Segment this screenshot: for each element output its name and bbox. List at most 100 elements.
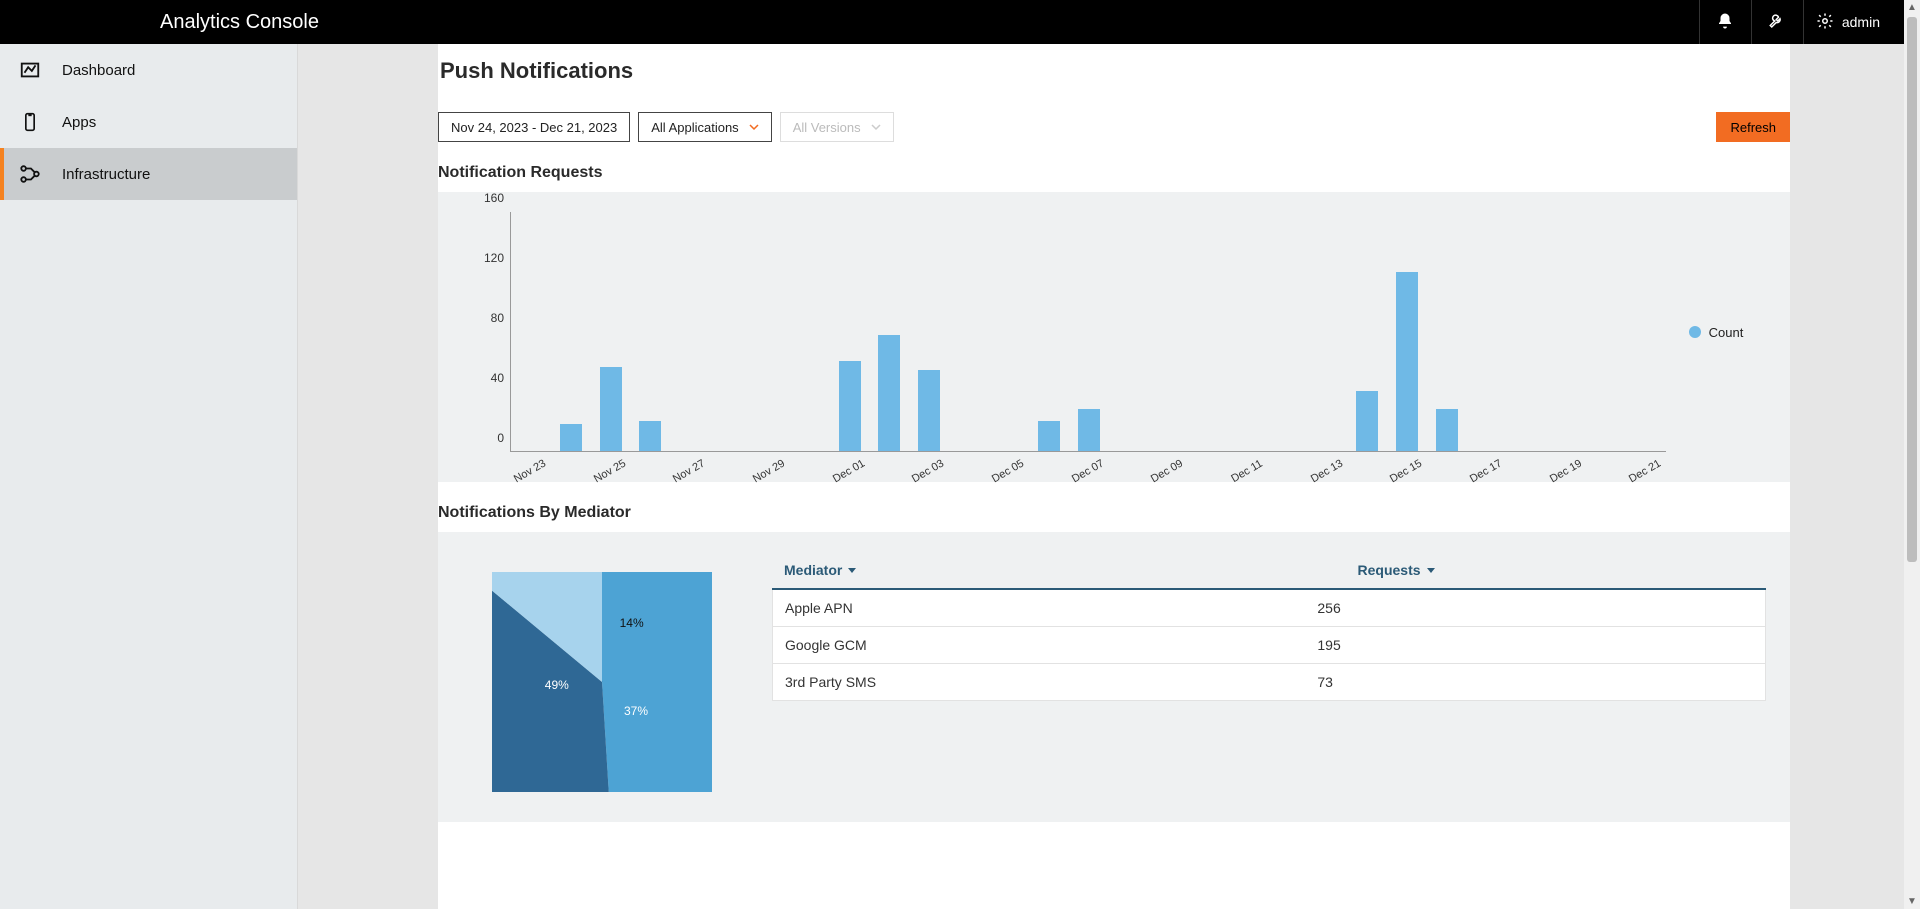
- sidebar-item-label: Apps: [62, 114, 96, 131]
- x-tick: Dec 11: [1227, 456, 1267, 486]
- wrench-icon: [1768, 12, 1786, 33]
- y-tick: 120: [484, 251, 504, 265]
- sidebar: Dashboard Apps Infrastructure: [0, 44, 298, 909]
- legend-label: Count: [1709, 325, 1744, 340]
- bar[interactable]: [639, 421, 661, 451]
- legend-dot-icon: [1689, 326, 1701, 338]
- bar[interactable]: [839, 361, 861, 451]
- user-label: admin: [1842, 14, 1880, 30]
- bar-slot: [790, 212, 830, 451]
- sidebar-item-dashboard[interactable]: Dashboard: [0, 44, 297, 96]
- bar-slot: [1586, 212, 1626, 451]
- x-tick: [789, 456, 829, 486]
- sort-icon: [848, 568, 856, 573]
- col-requests[interactable]: Requests: [1358, 562, 1755, 578]
- cell-requests: 256: [1317, 600, 1753, 616]
- notification-requests-chart: 04080120160 Nov 23Nov 25Nov 27Nov 29Dec …: [438, 192, 1790, 482]
- x-tick: Dec 01: [828, 456, 868, 486]
- content: Push Notifications Nov 24, 2023 - Dec 21…: [438, 44, 1790, 909]
- y-tick: 0: [497, 431, 504, 445]
- bar-slot: [830, 212, 870, 451]
- cell-requests: 195: [1317, 637, 1753, 653]
- bar[interactable]: [600, 367, 622, 451]
- bar-slot: [591, 212, 631, 451]
- pie-slice-label: 49%: [545, 678, 569, 692]
- x-tick: Dec 21: [1625, 456, 1665, 486]
- bar-slot: [1308, 212, 1348, 451]
- bar-slot: [869, 212, 909, 451]
- x-tick: Dec 09: [1147, 456, 1187, 486]
- bar[interactable]: [1356, 391, 1378, 451]
- version-selector-value: All Versions: [793, 120, 861, 135]
- sort-icon: [1427, 568, 1435, 573]
- scroll-up-icon: ▲: [1907, 0, 1917, 15]
- app-selector-value: All Applications: [651, 120, 738, 135]
- x-tick: Dec 07: [1067, 456, 1107, 486]
- chevron-down-icon: [749, 120, 759, 135]
- section-title-requests: Notification Requests: [438, 164, 1790, 182]
- pie-chart: 49%37%14%: [462, 552, 742, 792]
- cell-requests: 73: [1317, 674, 1753, 690]
- x-tick: Dec 13: [1306, 456, 1346, 486]
- bar-slot: [1228, 212, 1268, 451]
- bar-slot: [1069, 212, 1109, 451]
- bar-slot: [710, 212, 750, 451]
- table-row[interactable]: Apple APN256: [772, 590, 1766, 627]
- date-range-selector[interactable]: Nov 24, 2023 - Dec 21, 2023: [438, 112, 630, 142]
- x-tick: [948, 456, 988, 486]
- page-title: Push Notifications: [438, 58, 1790, 84]
- bar-slot: [1148, 212, 1188, 451]
- gear-icon: [1816, 12, 1834, 33]
- section-title-mediator: Notifications By Mediator: [438, 504, 1790, 522]
- chevron-down-icon: [871, 120, 881, 135]
- bar-slot: [1547, 212, 1587, 451]
- x-tick: Dec 05: [988, 456, 1028, 486]
- bar[interactable]: [1436, 409, 1458, 451]
- bar[interactable]: [878, 335, 900, 452]
- user-menu[interactable]: admin: [1803, 0, 1900, 44]
- x-tick: Dec 03: [908, 456, 948, 486]
- sidebar-item-infrastructure[interactable]: Infrastructure: [0, 148, 297, 200]
- bar[interactable]: [560, 424, 582, 451]
- x-tick: Nov 25: [589, 456, 629, 486]
- refresh-button[interactable]: Refresh: [1716, 112, 1790, 142]
- topbar: Analytics Console admin: [0, 0, 1920, 44]
- toolbar: Nov 24, 2023 - Dec 21, 2023 All Applicat…: [438, 112, 1790, 142]
- y-tick: 160: [484, 191, 504, 205]
- bar[interactable]: [1396, 272, 1418, 451]
- x-tick: Dec 15: [1386, 456, 1426, 486]
- x-tick: [1266, 456, 1306, 486]
- pie-slice-label: 37%: [624, 704, 648, 718]
- bar[interactable]: [1038, 421, 1060, 451]
- application-selector[interactable]: All Applications: [638, 112, 771, 142]
- sidebar-item-apps[interactable]: Apps: [0, 96, 297, 148]
- bar-slot: [1108, 212, 1148, 451]
- cell-mediator: Apple APN: [785, 600, 1317, 616]
- plot-area: Nov 23Nov 25Nov 27Nov 29Dec 01Dec 03Dec …: [510, 212, 1666, 452]
- bar-slot: [750, 212, 790, 451]
- x-tick: [1426, 456, 1466, 486]
- bar-slot: [1029, 212, 1069, 451]
- x-tick: [709, 456, 749, 486]
- bell-icon: [1716, 12, 1734, 33]
- col-mediator[interactable]: Mediator: [784, 562, 1318, 578]
- x-tick: [1346, 456, 1386, 486]
- bar-slot: [1387, 212, 1427, 451]
- bar[interactable]: [918, 370, 940, 451]
- scroll-thumb[interactable]: [1907, 17, 1917, 562]
- x-tick: [1187, 456, 1227, 486]
- x-tick: Dec 19: [1545, 456, 1585, 486]
- infrastructure-icon: [18, 162, 42, 186]
- notifications-button[interactable]: [1699, 0, 1751, 44]
- bar-slot: [670, 212, 710, 451]
- x-tick: [1505, 456, 1545, 486]
- cell-mediator: Google GCM: [785, 637, 1317, 653]
- col-mediator-label: Mediator: [784, 562, 842, 578]
- table-row[interactable]: Google GCM195: [772, 627, 1766, 664]
- scroll-down-icon: ▼: [1907, 894, 1917, 909]
- x-tick: Nov 27: [669, 456, 709, 486]
- scrollbar[interactable]: ▲ ▼: [1904, 0, 1920, 909]
- tools-button[interactable]: [1751, 0, 1803, 44]
- table-row[interactable]: 3rd Party SMS73: [772, 664, 1766, 701]
- bar[interactable]: [1078, 409, 1100, 451]
